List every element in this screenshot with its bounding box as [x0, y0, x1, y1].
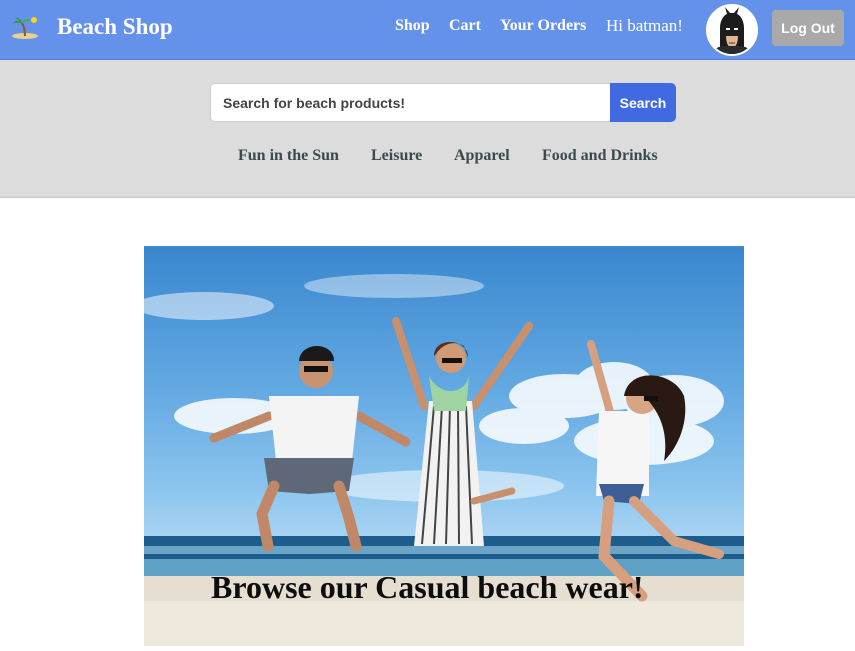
- search-category-band: Search Fun in the Sun Leisure Apparel Fo…: [0, 60, 855, 198]
- hero-caption: Browse our Casual beach wear!: [211, 569, 644, 605]
- logout-button[interactable]: Log Out: [772, 10, 844, 46]
- top-navbar: Beach Shop Shop Cart Your Orders Hi batm…: [0, 0, 855, 60]
- category-leisure[interactable]: Leisure: [371, 147, 422, 165]
- search-input[interactable]: [210, 83, 611, 122]
- nav-link-cart[interactable]: Cart: [449, 17, 481, 35]
- search-button[interactable]: Search: [610, 83, 676, 122]
- brand-title[interactable]: Beach Shop: [57, 14, 173, 40]
- category-fun-in-the-sun[interactable]: Fun in the Sun: [238, 147, 339, 165]
- nav-link-shop[interactable]: Shop: [395, 17, 430, 35]
- beach-island-icon[interactable]: [11, 15, 39, 39]
- nav-link-your-orders[interactable]: Your Orders: [500, 17, 586, 35]
- user-greeting: Hi batman!: [606, 16, 683, 35]
- batman-avatar-icon: [708, 6, 756, 54]
- avatar[interactable]: [706, 4, 758, 56]
- category-apparel[interactable]: Apparel: [454, 147, 510, 165]
- hero-banner[interactable]: Browse our Casual beach wear!: [144, 246, 744, 646]
- category-food-and-drinks[interactable]: Food and Drinks: [542, 147, 658, 165]
